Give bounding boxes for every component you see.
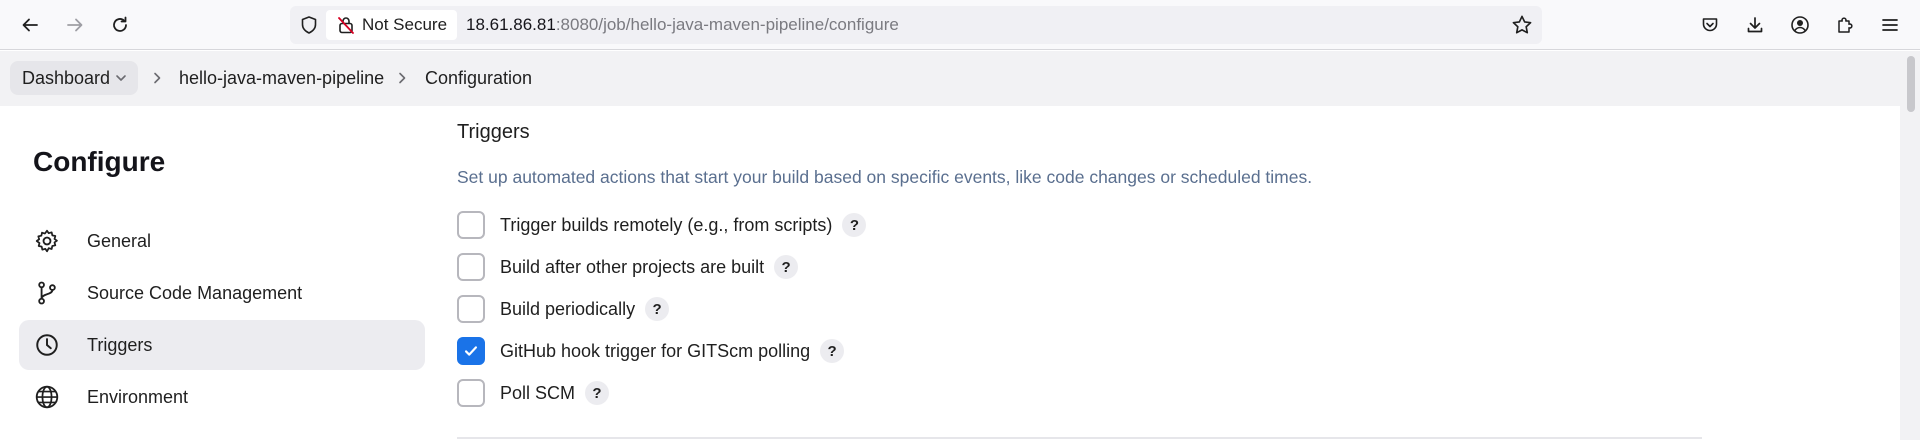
browser-toolbar: Not Secure 18.61.86.81:8080/job/hello-ja… [0, 0, 1920, 50]
option-label[interactable]: Build periodically [500, 299, 635, 320]
arrow-left-icon [22, 18, 38, 32]
checkbox[interactable] [457, 211, 485, 239]
trigger-option-poll-scm: Poll SCM ? [457, 378, 610, 408]
app-menu-button[interactable] [1874, 9, 1906, 41]
trigger-option-after-other-projects: Build after other projects are built ? [457, 252, 799, 282]
breadcrumb-dashboard[interactable]: Dashboard [10, 61, 139, 95]
bookmark-star-icon[interactable] [1510, 13, 1534, 37]
sidebar-item-label: Triggers [87, 334, 153, 355]
chevron-right-icon [154, 72, 161, 84]
url-text[interactable]: 18.61.86.81:8080/job/hello-java-maven-pi… [466, 15, 899, 35]
sidebar-title: Configure [33, 146, 166, 177]
url-path: :8080/job/hello-java-maven-pipeline/conf… [555, 15, 899, 34]
sidebar-item-general[interactable]: General [19, 216, 425, 266]
breadcrumb-configuration-label: Configuration [425, 67, 533, 88]
section-divider [457, 437, 1702, 439]
reload-button[interactable] [104, 9, 136, 41]
option-label[interactable]: Poll SCM [500, 383, 575, 404]
breadcrumb-dashboard-label: Dashboard [22, 67, 111, 88]
section-title: Triggers [457, 121, 530, 143]
checkbox[interactable] [457, 379, 485, 407]
option-label[interactable]: Build after other projects are built [500, 257, 764, 278]
account-icon [1791, 16, 1809, 34]
arrow-right-icon [67, 18, 83, 32]
chevron-right-icon [399, 72, 406, 84]
option-label[interactable]: GitHub hook trigger for GITScm polling [500, 341, 810, 362]
sidebar-item-label: Source Code Management [87, 282, 303, 303]
extensions-button[interactable] [1829, 9, 1861, 41]
breadcrumb-job-label: hello-java-maven-pipeline [179, 67, 385, 88]
tracking-shield-icon[interactable] [298, 14, 320, 36]
sidebar-item-label: Environment [87, 386, 189, 407]
checkmark-icon [464, 346, 478, 356]
trigger-option-remote: Trigger builds remotely (e.g., from scri… [457, 210, 867, 240]
branch-icon [33, 279, 61, 307]
help-button[interactable]: ? [774, 255, 799, 279]
address-bar[interactable]: Not Secure 18.61.86.81:8080/job/hello-ja… [290, 6, 1542, 44]
pocket-button[interactable] [1694, 9, 1726, 41]
breadcrumb-configuration[interactable]: Configuration [425, 61, 532, 95]
help-button[interactable]: ? [820, 339, 845, 363]
back-button[interactable] [14, 9, 46, 41]
pocket-icon [1702, 18, 1718, 32]
globe-icon [33, 383, 61, 411]
trigger-option-periodically: Build periodically ? [457, 294, 670, 324]
checkbox-checked[interactable] [457, 337, 485, 365]
help-button[interactable]: ? [842, 213, 867, 237]
help-button[interactable]: ? [645, 297, 670, 321]
help-button[interactable]: ? [585, 381, 610, 405]
section-description: Set up automated actions that start your… [457, 167, 1313, 187]
checkbox[interactable] [457, 253, 485, 281]
sidebar-item-source-code-management[interactable]: Source Code Management [19, 268, 425, 318]
scrollbar-thumb[interactable] [1907, 56, 1915, 112]
chevron-down-icon[interactable] [114, 71, 128, 85]
forward-button[interactable] [59, 9, 91, 41]
sidebar-item-triggers[interactable]: Triggers [19, 320, 425, 370]
sidebar-item-label: General [87, 230, 152, 251]
trigger-option-github-hook: GitHub hook trigger for GITScm polling ? [457, 336, 845, 366]
downloads-button[interactable] [1739, 9, 1771, 41]
url-host: 18.61.86.81 [466, 15, 556, 34]
option-label[interactable]: Trigger builds remotely (e.g., from scri… [500, 215, 832, 236]
security-label: Not Secure [362, 15, 448, 34]
gear-icon [33, 227, 61, 255]
breadcrumb-job[interactable]: hello-java-maven-pipeline [179, 61, 384, 95]
site-security-indicator[interactable]: Not Secure [326, 10, 458, 40]
clock-icon [33, 331, 61, 359]
download-icon [1747, 17, 1763, 33]
breadcrumb: Dashboard hello-java-maven-pipeline Conf… [0, 51, 1900, 106]
insecure-lock-icon [338, 17, 354, 34]
checkbox[interactable] [457, 295, 485, 323]
puzzle-icon [1838, 17, 1853, 33]
sidebar-item-environment[interactable]: Environment [19, 372, 425, 422]
account-button[interactable] [1784, 9, 1816, 41]
reload-icon [113, 16, 127, 32]
hamburger-menu-icon [1882, 19, 1898, 31]
